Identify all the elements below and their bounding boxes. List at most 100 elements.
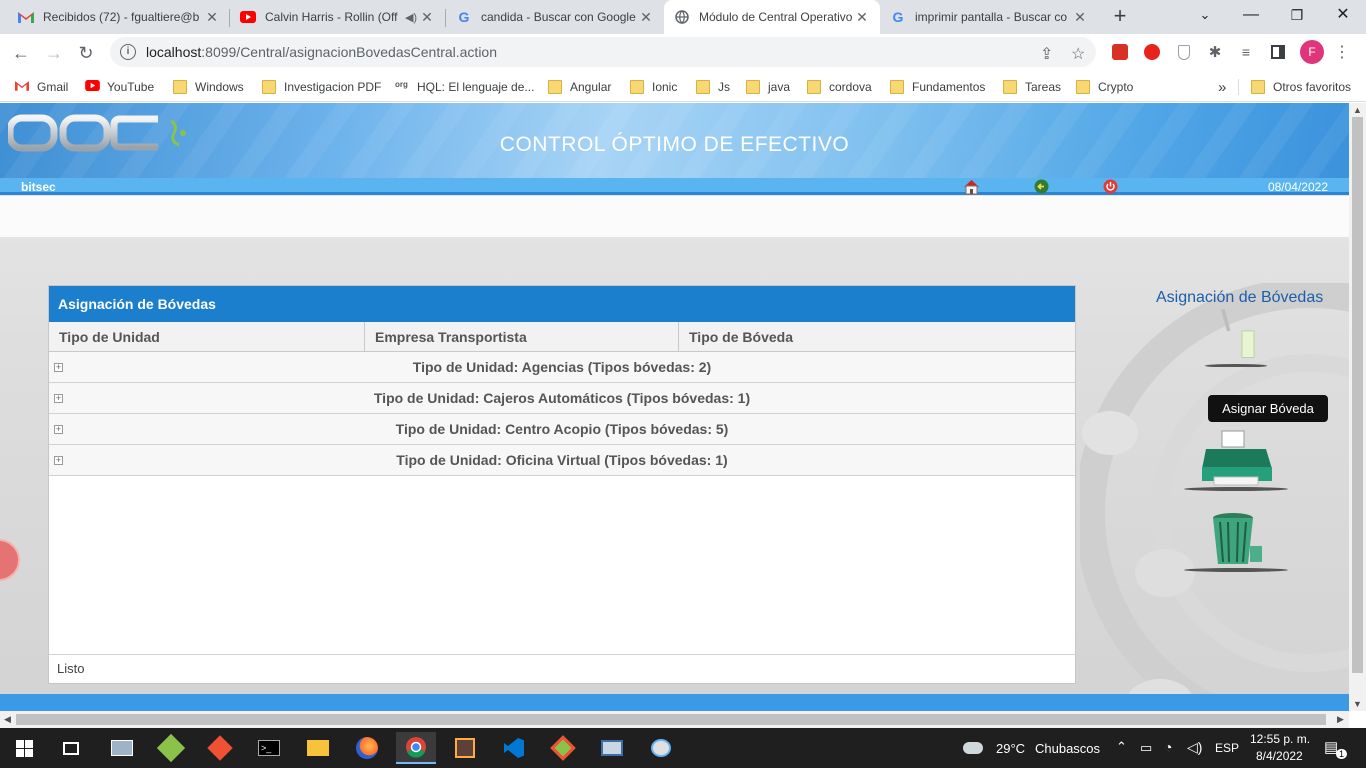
app-icon-paint[interactable] [641,732,681,764]
media-control-icon[interactable]: ≡ [1236,42,1256,62]
bookmark-hql[interactable]: org HQL: El lenguaje de... [395,77,534,97]
tab-modulo-central[interactable]: Módulo de Central Operativo ✕ [664,0,880,34]
weather-icon[interactable] [958,732,988,764]
bookmark-windows[interactable]: Windows [173,77,244,97]
bookmark-cordova[interactable]: cordova [807,77,872,97]
terminal-icon[interactable]: >_ [249,732,289,764]
group-row-centro-acopio[interactable]: + Tipo de Unidad: Centro Acopio (Tipos b… [49,414,1075,445]
group-row-oficina-virtual[interactable]: + Tipo de Unidad: Oficina Virtual (Tipos… [49,445,1075,476]
extension-red-icon[interactable] [1110,42,1130,62]
app-icon-git-gui[interactable] [543,732,583,764]
adblock-icon[interactable] [1142,42,1162,62]
firefox-icon[interactable] [347,732,387,764]
app-icon-green-tool[interactable] [151,732,191,764]
app-icon-game[interactable] [445,732,485,764]
bookmark-ionic[interactable]: Ionic [630,77,677,97]
home-icon[interactable] [963,178,980,195]
minimize-button[interactable]: — [1228,0,1274,30]
clock-time[interactable]: 12:55 p. m. [1250,732,1310,746]
menu-icon[interactable]: ⋮ [1332,42,1352,62]
task-view-icon[interactable] [51,732,91,764]
tab-gmail[interactable]: Recibidos (72) - fgualtiere@b ✕ [8,0,230,34]
restore-button[interactable]: ❐ [1274,0,1320,30]
reload-button[interactable]: ↻ [73,40,99,66]
forward-button[interactable]: → [41,40,67,66]
google-icon: G [458,9,470,25]
side-panel-icon[interactable] [1268,42,1288,62]
column-header-tipo-unidad[interactable]: Tipo de Unidad [49,322,365,351]
back-arrow-icon[interactable] [1033,178,1050,195]
bookmark-youtube[interactable]: YouTube [85,77,154,97]
close-icon[interactable]: ✕ [1072,9,1088,26]
back-button[interactable]: ← [8,40,34,66]
youtube-icon [85,80,100,94]
profile-avatar[interactable]: F [1300,40,1324,64]
show-hidden-icons-chevron-icon[interactable]: ⌃ [1116,739,1127,755]
bookmark-otros-favoritos[interactable]: Otros favoritos [1251,77,1351,97]
clock-date[interactable]: 8/4/2022 [1256,749,1303,763]
bookmark-crypto[interactable]: Crypto [1076,77,1133,97]
scroll-up-arrow-icon[interactable]: ▲ [1353,105,1362,115]
new-tab-button[interactable]: + [1107,4,1133,30]
tab-title: Módulo de Central Operativo [699,10,853,24]
horizontal-scrollbar[interactable]: ◀ ▶ [0,711,1349,728]
tab-google-imprimir[interactable]: G imprimir pantalla - Buscar co ✕ [880,0,1098,34]
address-bar[interactable]: i localhost:8099/Central/asignacionBoved… [110,37,1096,67]
gmail-icon [15,80,29,94]
vscode-icon[interactable] [494,732,534,764]
speaker-icon[interactable]: ◀) [403,11,419,24]
scroll-down-arrow-icon[interactable]: ▼ [1353,699,1362,709]
assign-vault-icon[interactable] [1184,307,1288,367]
bookmark-investigacion-pdf[interactable]: Investigacion PDF [262,77,381,97]
bookmark-angular[interactable]: Angular [548,77,611,97]
file-explorer-icon[interactable] [298,732,338,764]
bookmark-star-icon[interactable]: ☆ [1071,44,1085,64]
column-header-empresa-transportista[interactable]: Empresa Transportista [365,322,679,351]
scroll-left-arrow-icon[interactable]: ◀ [4,714,11,725]
volume-icon[interactable]: ◁) [1187,739,1202,756]
close-icon[interactable]: ✕ [638,9,654,26]
close-window-button[interactable]: ✕ [1320,0,1366,30]
input-language[interactable]: ESP [1215,741,1239,755]
vertical-scrollbar[interactable]: ▲ ▼ [1349,103,1366,711]
scroll-thumb[interactable] [16,714,1326,725]
close-icon[interactable]: ✕ [204,9,220,26]
bookmark-gmail[interactable]: Gmail [15,77,68,97]
site-info-icon[interactable]: i [120,44,136,60]
app-icon-computer[interactable] [102,732,142,764]
group-row-agencias[interactable]: + Tipo de Unidad: Agencias (Tipos bóveda… [49,352,1075,383]
grid-status-bar: Listo [49,654,1075,683]
tab-title: candida - Buscar con Google [481,10,636,24]
tab-title: Calvin Harris - Rollin (Off [265,10,398,24]
column-header-tipo-boveda[interactable]: Tipo de Bóveda [679,322,1075,351]
bookmarks-overflow-button[interactable]: » [1218,77,1226,97]
footer-bar [0,694,1349,711]
wifi-icon[interactable]: ◔ [1164,739,1172,755]
shield-icon[interactable] [1174,42,1194,62]
group-row-cajeros-automaticos[interactable]: + Tipo de Unidad: Cajeros Automáticos (T… [49,383,1075,414]
battery-icon[interactable]: ▭ [1140,740,1152,756]
bookmark-java[interactable]: java [746,77,790,97]
group-label: Tipo de Unidad: Agencias (Tipos bóvedas:… [412,359,712,375]
share-icon[interactable]: ⇪ [1040,44,1053,64]
printer-icon[interactable] [1184,429,1288,491]
tab-youtube[interactable]: Calvin Harris - Rollin (Off ◀) ✕ [230,0,445,34]
power-off-icon[interactable] [1102,178,1119,195]
windows-start-icon[interactable] [4,732,44,764]
grid-column-headers: Tipo de Unidad Empresa Transportista Tip… [49,322,1075,352]
app-icon-git[interactable] [200,732,240,764]
group-label: Tipo de Unidad: Centro Acopio (Tipos bóv… [395,421,729,437]
bookmark-fundamentos[interactable]: Fundamentos [890,77,985,97]
bookmark-tareas[interactable]: Tareas [1003,77,1061,97]
bookmark-js[interactable]: Js [696,77,730,97]
close-icon[interactable]: ✕ [419,9,435,26]
tab-search-chevron-icon[interactable]: ⌄ [1182,0,1228,30]
tab-google-candida[interactable]: G candida - Buscar con Google ✕ [446,0,664,34]
close-icon[interactable]: ✕ [854,9,870,26]
extensions-puzzle-icon[interactable]: ✱ [1205,42,1225,62]
scroll-thumb[interactable] [1352,117,1363,673]
chrome-icon[interactable] [396,732,436,764]
trash-icon[interactable] [1184,510,1288,572]
app-icon-remote-desktop[interactable] [592,732,632,764]
scroll-right-arrow-icon[interactable]: ▶ [1337,714,1344,725]
